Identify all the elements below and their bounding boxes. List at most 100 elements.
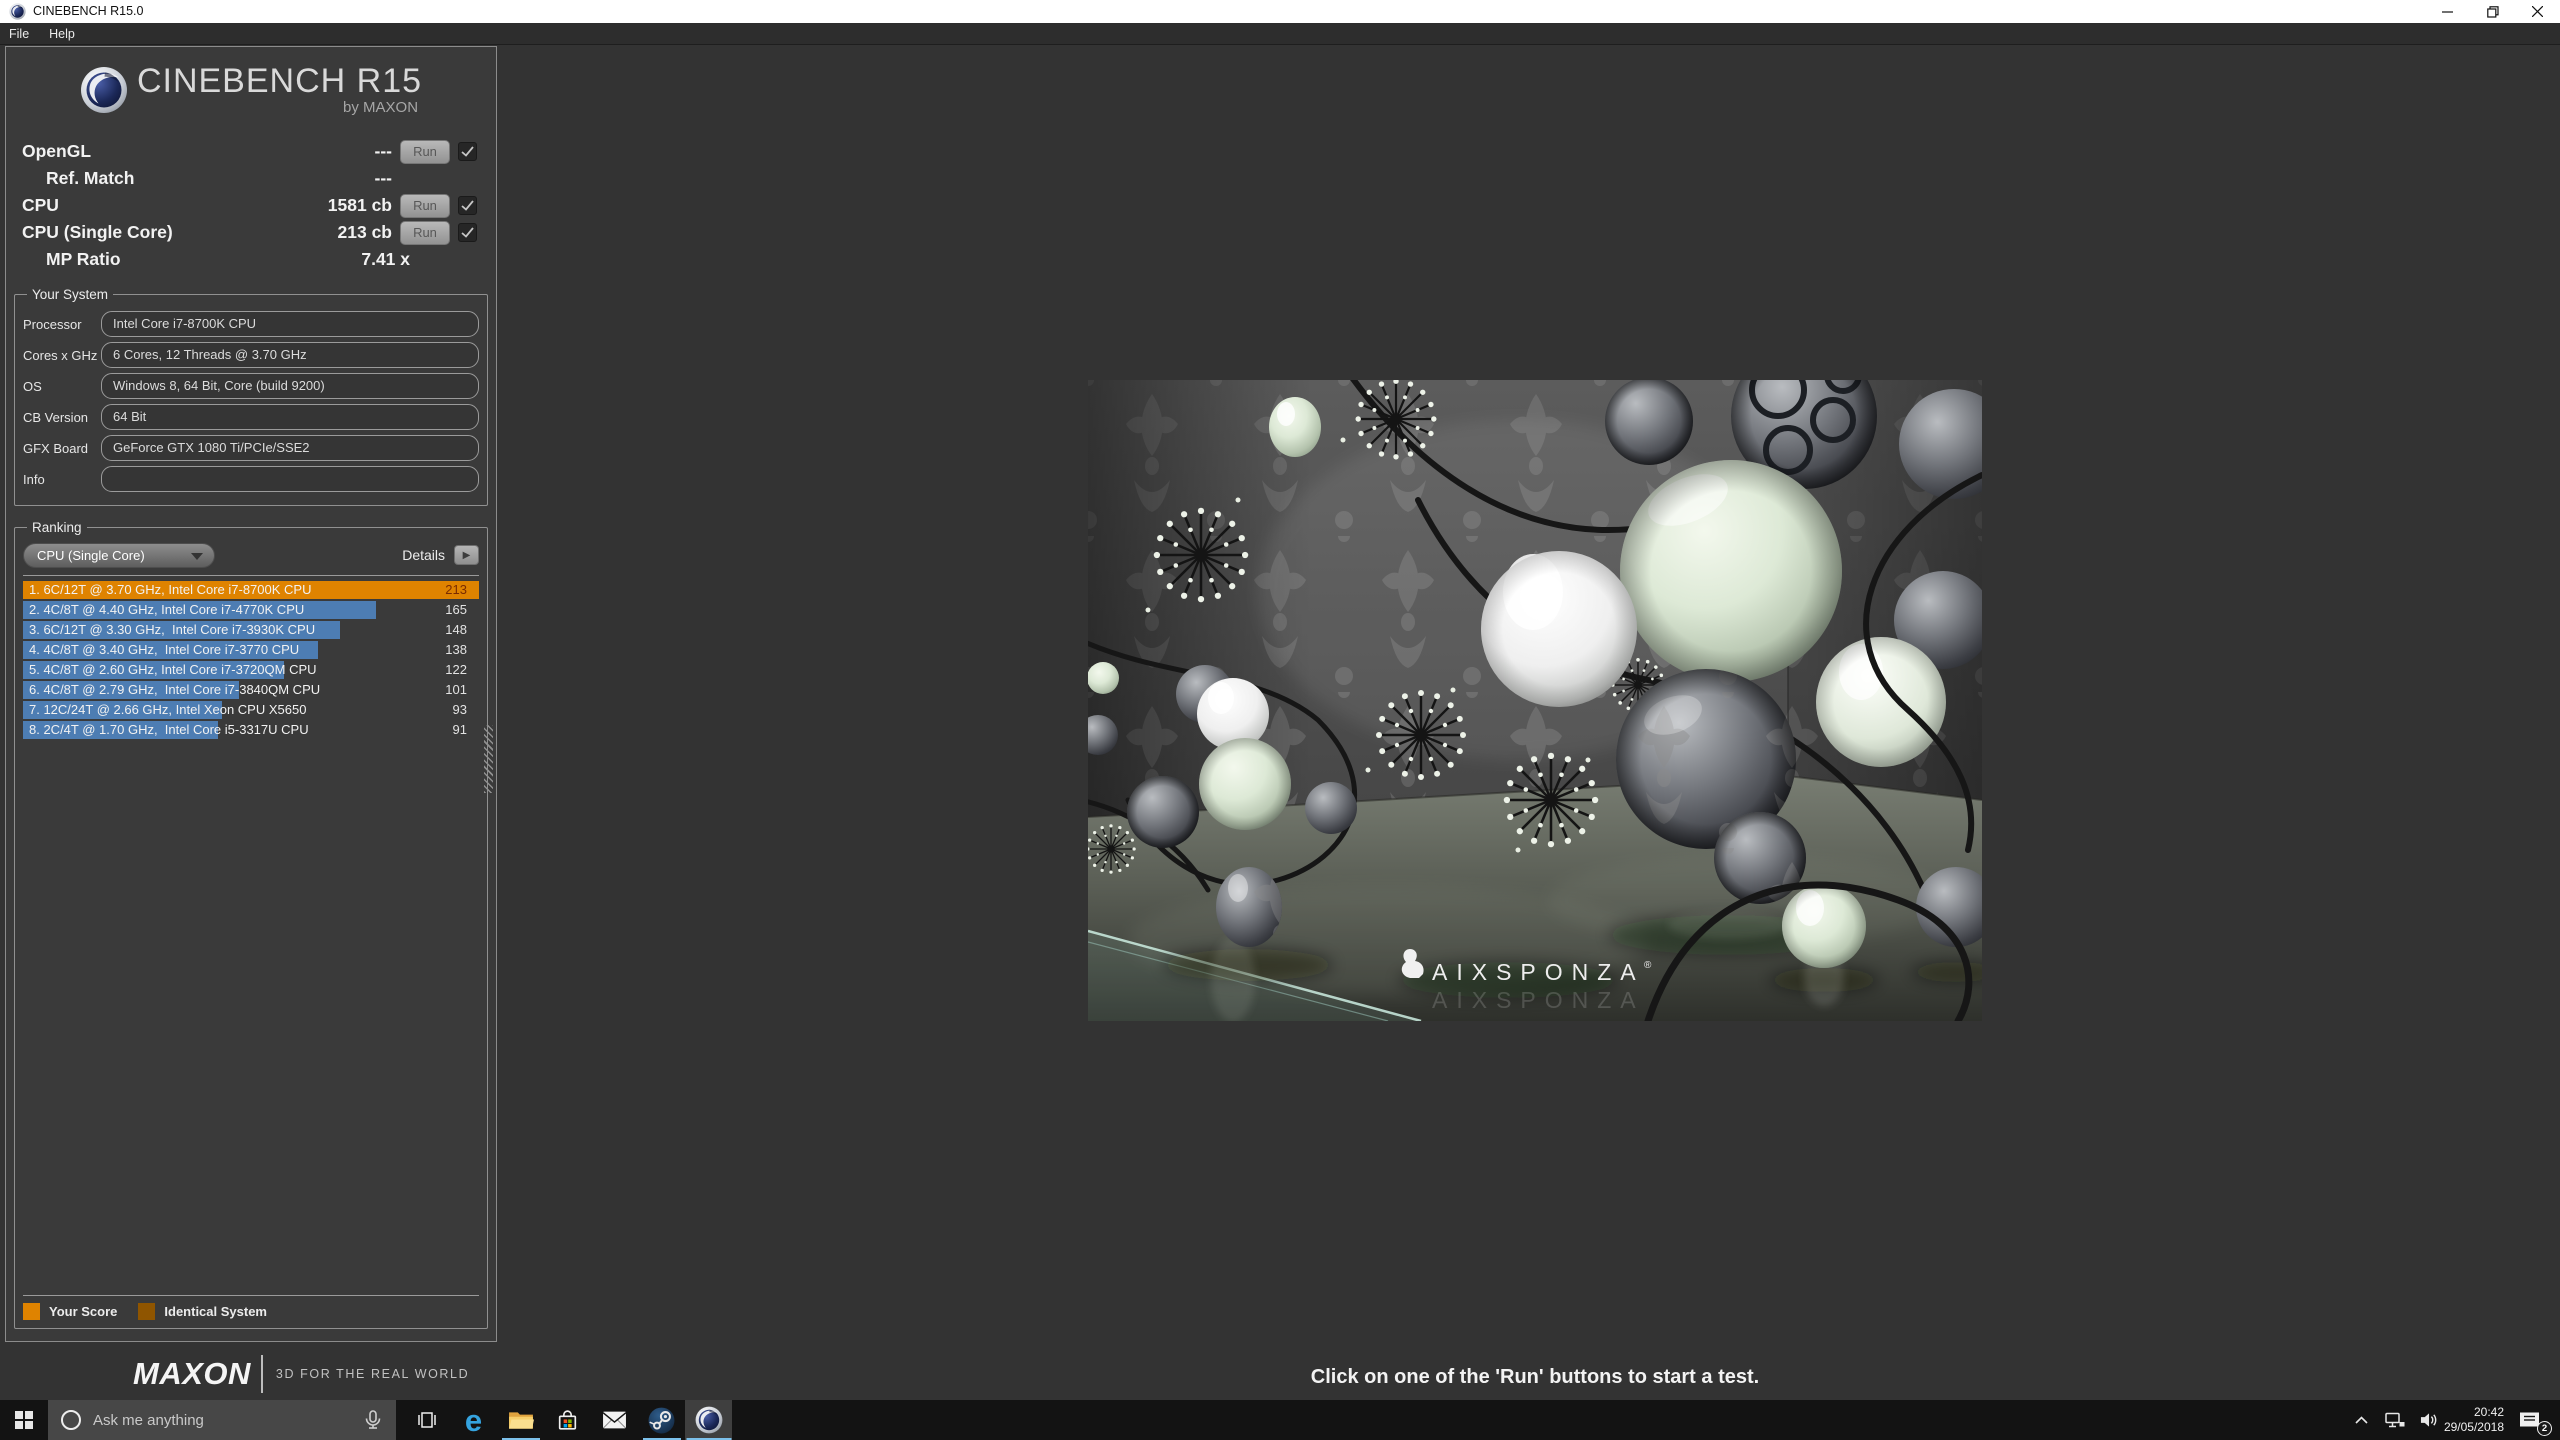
minimize-button[interactable] bbox=[2425, 0, 2470, 23]
ranking-chart-legend: Your Score Identical System bbox=[23, 1295, 479, 1320]
cpu-single-checkbox[interactable] bbox=[458, 223, 477, 242]
run-cpu-button[interactable]: Run bbox=[400, 193, 450, 218]
taskbar-cinebench[interactable] bbox=[685, 1400, 732, 1440]
result-label: CPU (Single Core) bbox=[22, 222, 173, 242]
store-icon bbox=[558, 1409, 577, 1430]
taskbar-store[interactable] bbox=[544, 1400, 591, 1440]
result-label: MP Ratio bbox=[46, 249, 121, 269]
svg-text:AIXSPONZA: AIXSPONZA bbox=[1432, 959, 1645, 985]
restore-button[interactable] bbox=[2470, 0, 2515, 23]
ranking-row[interactable]: 6. 4C/8T @ 2.79 GHz, Intel Core i7-3840Q… bbox=[23, 681, 479, 700]
result-row-opengl: OpenGL --- Run bbox=[22, 138, 486, 165]
ranking-bar-chart: 1. 6C/12T @ 3.70 GHz, Intel Core i7-8700… bbox=[23, 581, 479, 741]
menu-file[interactable]: File bbox=[0, 23, 39, 45]
ranking-legend: Ranking bbox=[32, 520, 82, 535]
logo-title: CINEBENCH R15 bbox=[136, 62, 423, 100]
details-button[interactable]: ▶ bbox=[454, 545, 479, 565]
maxon-tagline: 3D FOR THE REAL WORLD bbox=[275, 1367, 470, 1381]
divider bbox=[260, 1355, 263, 1393]
run-hint-text: Click on one of the 'Run' buttons to sta… bbox=[1310, 1366, 1760, 1388]
tray-chevron-up[interactable] bbox=[2348, 1400, 2374, 1440]
system-field-gfx: GFX Board GeForce GTX 1080 Ti/PCIe/SSE2 bbox=[23, 435, 479, 461]
titlebar: CINEBENCH R15.0 bbox=[0, 0, 2560, 23]
info-field[interactable] bbox=[101, 466, 479, 492]
ranking-scrollbar[interactable] bbox=[484, 725, 493, 793]
cortana-icon bbox=[61, 1410, 81, 1430]
cpu-checkbox[interactable] bbox=[458, 196, 477, 215]
menubar: File Help bbox=[0, 23, 2560, 45]
result-row-cpu-single: CPU (Single Core) 213 cb Run bbox=[22, 219, 486, 246]
gfx-board-field[interactable]: GeForce GTX 1080 Ti/PCIe/SSE2 bbox=[101, 435, 479, 461]
edge-icon: e bbox=[464, 1402, 483, 1438]
ranking-row[interactable]: 3. 6C/12T @ 3.30 GHz, Intel Core i7-3930… bbox=[23, 621, 479, 640]
speaker-icon bbox=[2420, 1413, 2436, 1427]
chevron-up-icon bbox=[2354, 1415, 2368, 1424]
taskbar-mail[interactable] bbox=[591, 1400, 638, 1440]
menu-help[interactable]: Help bbox=[39, 23, 85, 45]
run-opengl-button[interactable]: Run bbox=[400, 139, 450, 164]
cinebench-logo-icon bbox=[80, 66, 128, 114]
ranking-section: Ranking CPU (Single Core) Details ▶ 1. 6… bbox=[14, 520, 493, 1329]
taskbar-edge[interactable]: e bbox=[450, 1400, 497, 1440]
task-view-icon bbox=[417, 1412, 436, 1428]
cores-field[interactable]: 6 Cores, 12 Threads @ 3.70 GHz bbox=[101, 342, 479, 368]
close-button[interactable] bbox=[2515, 0, 2560, 23]
ranking-row[interactable]: 4. 4C/8T @ 3.40 GHz, Intel Core i7-3770 … bbox=[23, 641, 479, 660]
cinebench-window-icon bbox=[9, 3, 26, 20]
ranking-filter-dropdown[interactable]: CPU (Single Core) bbox=[23, 542, 215, 568]
taskbar-file-explorer[interactable] bbox=[497, 1400, 544, 1440]
result-label: OpenGL bbox=[22, 141, 92, 161]
details-label: Details bbox=[402, 547, 445, 563]
system-field-info: Info bbox=[23, 466, 479, 492]
maxon-footer: MAXON 3D FOR THE REAL WORLD bbox=[133, 1352, 469, 1396]
result-value: 213 cb bbox=[337, 222, 392, 242]
clock-date: 29/05/2018 bbox=[2443, 1420, 2504, 1434]
tray-volume[interactable] bbox=[2414, 1400, 2444, 1440]
cortana-search-box[interactable] bbox=[48, 1400, 396, 1440]
cinebench-logo: CINEBENCH R15 by MAXON bbox=[12, 47, 490, 126]
clock-time: 20:42 bbox=[2473, 1405, 2504, 1419]
tray-clock[interactable]: 20:42 29/05/2018 bbox=[2444, 1400, 2504, 1440]
opengl-checkbox[interactable] bbox=[458, 142, 477, 161]
system-field-cb-version: CB Version 64 Bit bbox=[23, 404, 479, 430]
taskbar: e bbox=[0, 1400, 2560, 1440]
result-value: 1581 cb bbox=[327, 195, 392, 215]
result-label: CPU bbox=[22, 195, 59, 215]
ranking-row[interactable]: 1. 6C/12T @ 3.70 GHz, Intel Core i7-8700… bbox=[23, 581, 479, 600]
ranking-row[interactable]: 7. 12C/24T @ 2.66 GHz, Intel Xeon CPU X5… bbox=[23, 701, 479, 720]
maxon-logo: MAXON bbox=[133, 1356, 251, 1391]
processor-field[interactable]: Intel Core i7-8700K CPU bbox=[101, 311, 479, 337]
system-field-processor: Processor Intel Core i7-8700K CPU bbox=[23, 311, 479, 337]
ranking-row[interactable]: 8. 2C/4T @ 1.70 GHz, Intel Core i5-3317U… bbox=[23, 721, 479, 740]
benchmark-panel: CINEBENCH R15 by MAXON OpenGL --- Run Re… bbox=[5, 46, 497, 1342]
result-value: 7.41 x bbox=[361, 249, 410, 269]
benchmark-results: OpenGL --- Run Ref. Match --- CPU 1581 c… bbox=[12, 126, 490, 287]
task-view-button[interactable] bbox=[403, 1400, 450, 1440]
windows-logo-icon bbox=[15, 1411, 33, 1429]
network-icon bbox=[2385, 1412, 2405, 1427]
your-system-section: Your System Processor Intel Core i7-8700… bbox=[14, 287, 488, 506]
os-field[interactable]: Windows 8, 64 Bit, Core (build 9200) bbox=[101, 373, 479, 399]
taskbar-steam[interactable] bbox=[638, 1400, 685, 1440]
search-input[interactable] bbox=[93, 1411, 362, 1429]
notification-badge: 2 bbox=[2537, 1421, 2552, 1436]
microphone-icon[interactable] bbox=[362, 1409, 384, 1431]
aixsponza-logo: AIXSPONZA ® AIXSPONZA bbox=[1401, 949, 1652, 1013]
ranking-row[interactable]: 5. 4C/8T @ 2.60 GHz, Intel Core i7-3720Q… bbox=[23, 661, 479, 680]
your-score-swatch bbox=[23, 1303, 40, 1320]
mail-icon bbox=[602, 1411, 627, 1429]
result-row-cpu: CPU 1581 cb Run bbox=[22, 192, 486, 219]
cb-version-field[interactable]: 64 Bit bbox=[101, 404, 479, 430]
chevron-down-icon bbox=[191, 552, 203, 560]
run-cpu-single-button[interactable]: Run bbox=[400, 220, 450, 245]
identical-system-swatch bbox=[138, 1303, 156, 1320]
result-label: Ref. Match bbox=[46, 168, 135, 188]
result-value: --- bbox=[374, 141, 392, 161]
tray-network[interactable] bbox=[2380, 1400, 2410, 1440]
system-field-os: OS Windows 8, 64 Bit, Core (build 9200) bbox=[23, 373, 479, 399]
ranking-row[interactable]: 2. 4C/8T @ 4.40 GHz, Intel Core i7-4770K… bbox=[23, 601, 479, 620]
your-system-legend: Your System bbox=[32, 287, 109, 302]
start-button[interactable] bbox=[0, 1400, 48, 1440]
system-field-cores: Cores x GHz 6 Cores, 12 Threads @ 3.70 G… bbox=[23, 342, 479, 368]
result-row-mp-ratio: MP Ratio 7.41 x bbox=[22, 246, 486, 273]
